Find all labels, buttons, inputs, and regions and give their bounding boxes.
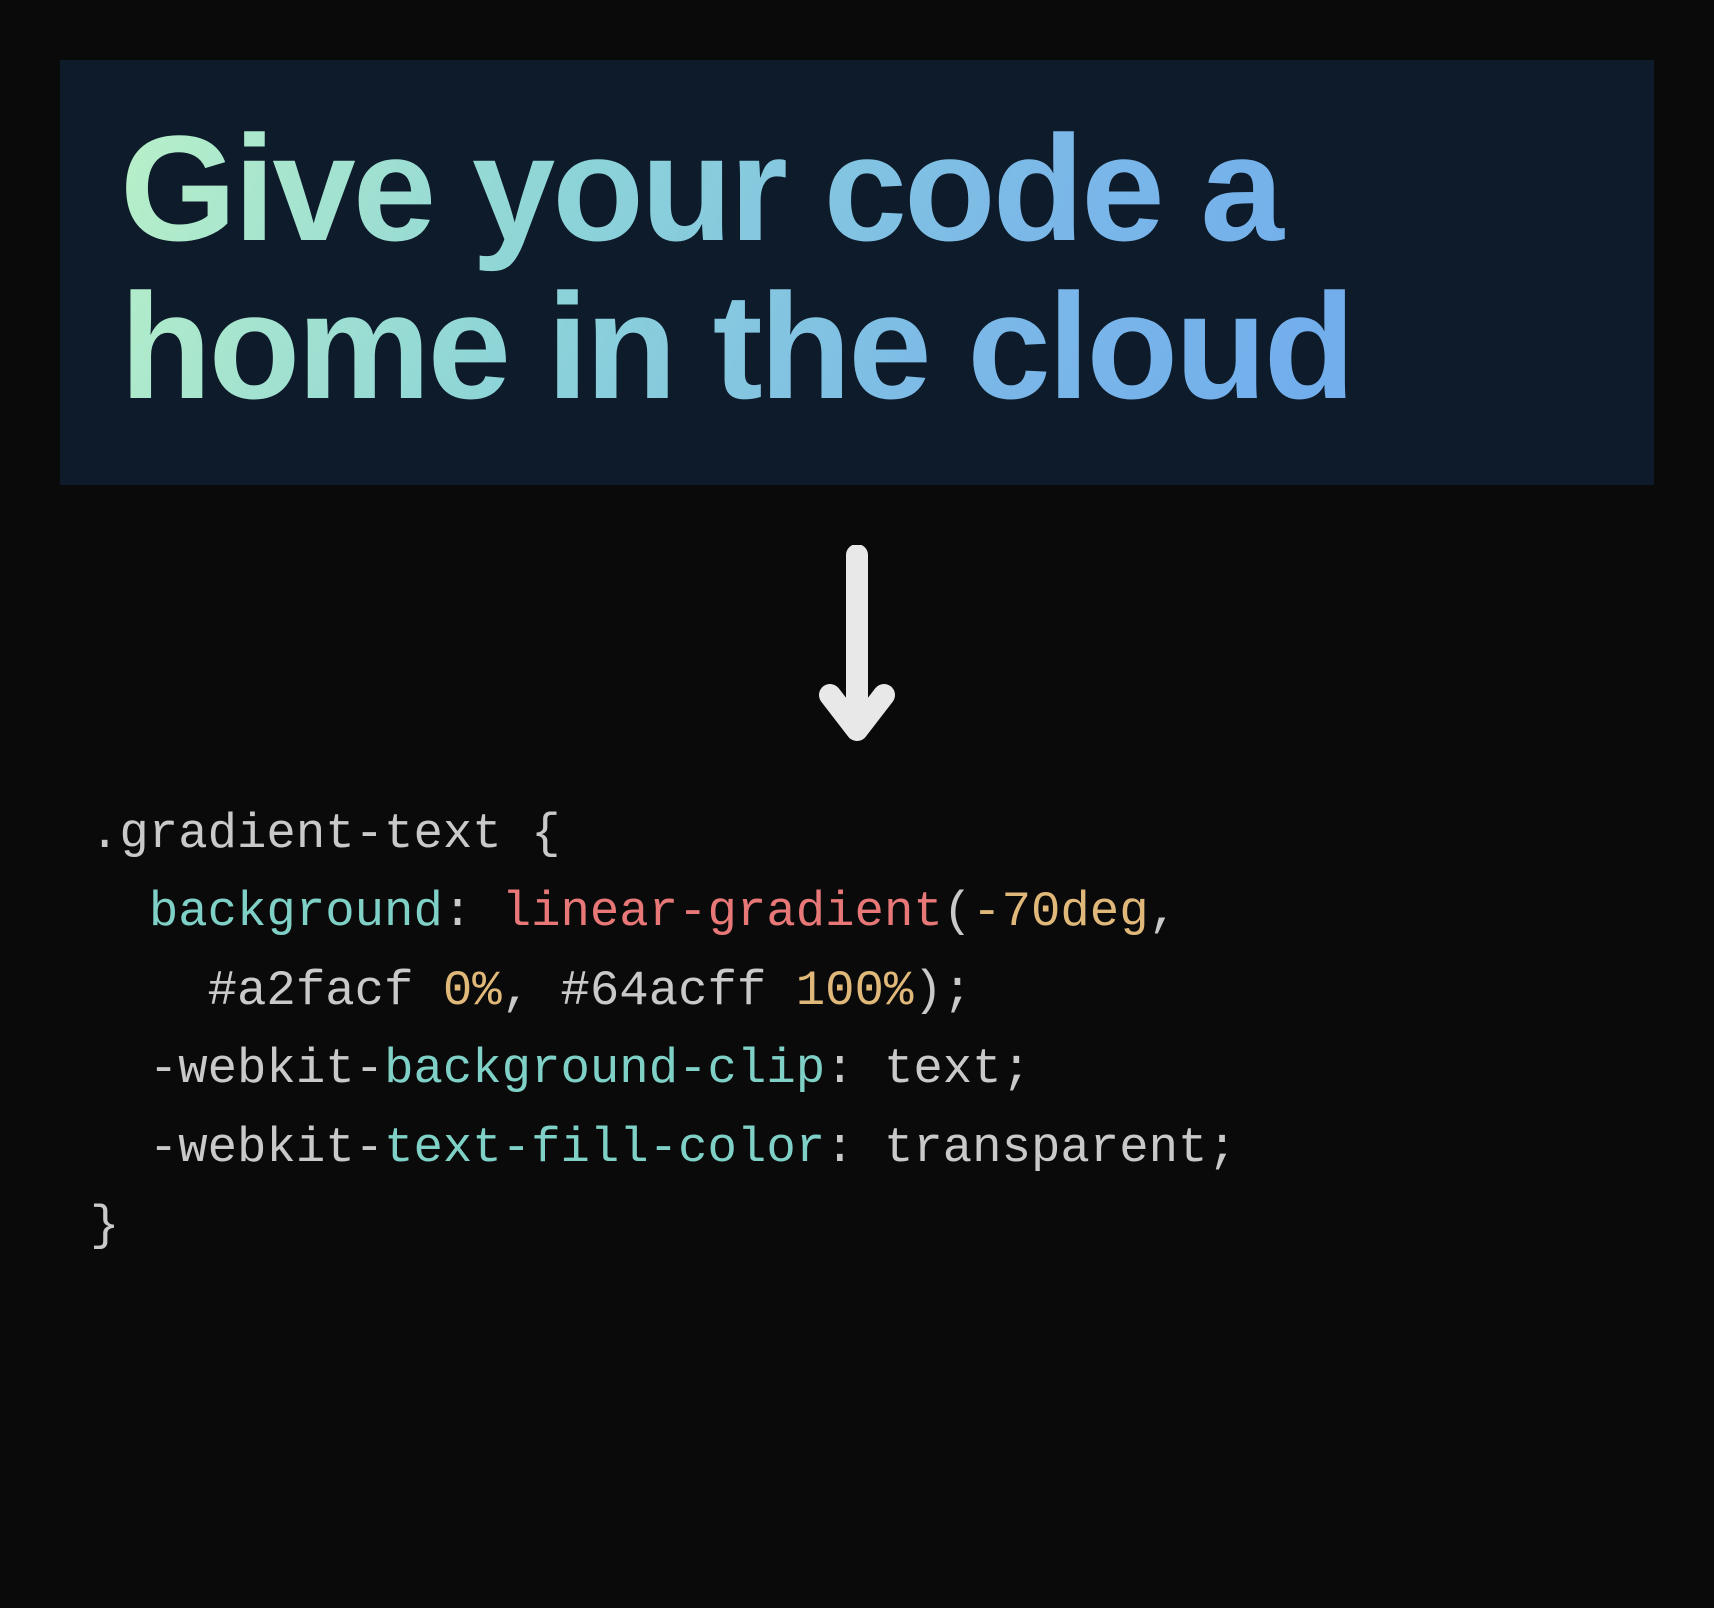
code-snippet: .gradient-text { background: linear-grad… xyxy=(60,795,1654,1265)
hero-heading: Give your code a home in the cloud xyxy=(120,110,1594,425)
code-colon3: : xyxy=(825,1120,854,1176)
code-comma: , xyxy=(1149,884,1178,940)
arrow-down-icon xyxy=(812,545,902,745)
code-selector: .gradient-text xyxy=(90,806,502,862)
code-prop-bgclip: background-clip xyxy=(384,1041,825,1097)
arrow-container xyxy=(60,545,1654,745)
code-func-linear-gradient: linear-gradient xyxy=(502,884,943,940)
code-angle: -70deg xyxy=(972,884,1148,940)
code-semi1: ; xyxy=(1002,1041,1031,1097)
code-stop1: 0% xyxy=(443,963,502,1019)
code-stop2: 100% xyxy=(796,963,914,1019)
code-color1: #a2facf xyxy=(208,963,414,1019)
code-brace-open: { xyxy=(531,806,560,862)
code-close-paren: ); xyxy=(913,963,972,1019)
code-prefix-webkit2: -webkit- xyxy=(149,1120,384,1176)
code-semi2: ; xyxy=(1207,1120,1236,1176)
hero-demo-box: Give your code a home in the cloud xyxy=(60,60,1654,485)
code-prop-background: background xyxy=(149,884,443,940)
code-colon: : xyxy=(443,884,472,940)
code-prefix-webkit1: -webkit- xyxy=(149,1041,384,1097)
code-colon2: : xyxy=(825,1041,854,1097)
code-val-transparent: transparent xyxy=(884,1120,1207,1176)
code-color2: #64acff xyxy=(561,963,767,1019)
code-comma2: , xyxy=(502,963,531,1019)
code-val-text: text xyxy=(884,1041,1002,1097)
code-paren-open: ( xyxy=(943,884,972,940)
code-brace-close: } xyxy=(90,1198,119,1254)
code-prop-textfill: text-fill-color xyxy=(384,1120,825,1176)
